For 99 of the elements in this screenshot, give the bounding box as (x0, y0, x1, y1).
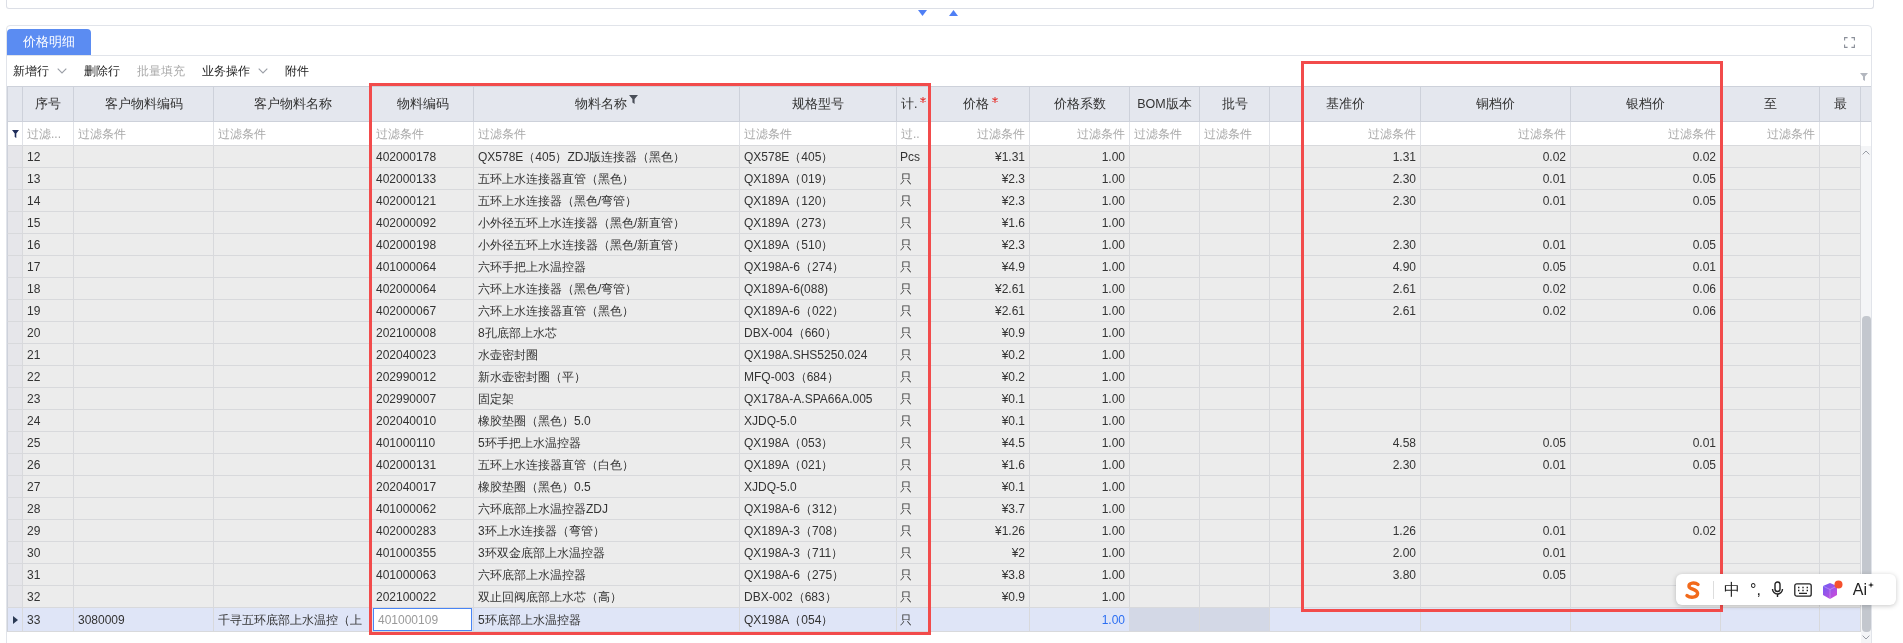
row-handle[interactable] (7, 432, 23, 454)
column-header[interactable]: 价格 (931, 86, 1030, 122)
column-header[interactable]: 最 (1820, 86, 1861, 122)
row-handle[interactable] (7, 542, 23, 564)
column-header[interactable]: 序号 (23, 86, 74, 122)
row-handle[interactable] (7, 388, 23, 410)
table-row[interactable]: 13 402000133 五环上水连接器直管（黑色） QX189A（019） 只 ¥2.3 1.00 2.30 0.01 0.05 (7, 168, 1861, 190)
row-handle[interactable] (7, 212, 23, 234)
column-header[interactable]: 铜档价 (1421, 86, 1571, 122)
table-row[interactable]: 21 202040023 水壶密封圈 QX198A.SHS5250.024 只 ¥0.2 1.00 (7, 344, 1861, 366)
row-handle[interactable] (7, 586, 23, 608)
table-row[interactable]: 12 402000178 QX578E（405）ZDJ版连接器（黑色） QX578E（405） Pcs ¥1.31 1.00 1.31 0.02 0.02 (7, 146, 1861, 168)
toolbar-button[interactable]: 业务操作 (202, 65, 268, 77)
caret-icon (57, 68, 67, 74)
column-header[interactable]: 价格系数 (1030, 86, 1130, 122)
triangle-down-icon[interactable] (918, 10, 927, 16)
table-row[interactable]: 33 3080009 千寻五环底部上水温控（上 401000109 5环底部上水温控器 QX198A（054） 只 1.00 (7, 608, 1861, 632)
filter-field[interactable]: 过滤条件 (376, 123, 469, 144)
keyboard-icon[interactable] (1793, 582, 1812, 597)
column-header[interactable]: BOM版本 (1130, 86, 1200, 122)
table-row[interactable]: 14 402000121 五环上水连接器（黑色/弯管） QX189A（120） 只 ¥2.3 1.00 2.30 0.01 0.05 (7, 190, 1861, 212)
table-row[interactable]: 28 401000062 六环底部上水温控器ZDJ QX198A-6（312） 只 ¥3.7 1.00 (7, 498, 1861, 520)
filter-field[interactable]: 过滤条件 (935, 123, 1025, 144)
filter-field[interactable]: 过滤条件 (1204, 123, 1265, 144)
row-handle[interactable] (7, 366, 23, 388)
table-row[interactable]: 17 401000064 六环手把上水温控器 QX198A-6（274） 只 ¥4.9 1.00 4.90 0.05 0.01 (7, 256, 1861, 278)
filter-field[interactable]: 过滤条件 (1575, 123, 1716, 144)
row-handle[interactable] (7, 454, 23, 476)
table-cell: 5环底部上水温控器 (474, 608, 740, 632)
row-handle[interactable] (7, 344, 23, 366)
column-header[interactable]: 批号 (1200, 86, 1270, 122)
row-pointer-icon (12, 616, 18, 625)
toolbar-button[interactable]: 新增行 (13, 65, 67, 77)
table-row[interactable]: 27 202040017 橡胶垫圈（黑色）0.5 XJDQ-5.0 只 ¥0.1 1.00 (7, 476, 1861, 498)
row-handle[interactable] (7, 498, 23, 520)
table-row[interactable]: 23 202990007 固定架 QX178A-A.SPA66A.005 只 ¥0.1 1.00 (7, 388, 1861, 410)
row-handle[interactable] (7, 410, 23, 432)
column-header[interactable]: 物料编码 (372, 86, 474, 122)
funnel-icon[interactable] (629, 95, 638, 104)
column-header[interactable]: 至 (1721, 86, 1820, 122)
row-handle[interactable] (7, 146, 23, 168)
table-row[interactable]: 19 402000067 六环上水连接器直管（黑色） QX189A-6（022） 只 ¥2.61 1.00 2.61 0.02 0.06 (7, 300, 1861, 322)
row-handle[interactable] (7, 168, 23, 190)
toolbar-button[interactable]: 附件 (285, 65, 309, 77)
row-handle[interactable] (7, 278, 23, 300)
column-header[interactable]: 计. (897, 86, 931, 122)
filter-field[interactable]: 过滤条件 (1425, 123, 1566, 144)
filter-field[interactable]: 过滤条件 (218, 123, 367, 144)
table-row[interactable]: 30 401000355 3环双金底部上水温控器 QX198A-3（711） 只 ¥2 1.00 2.00 0.01 (7, 542, 1861, 564)
filter-field[interactable]: 过滤条件 (78, 123, 209, 144)
filter-icon[interactable] (11, 130, 19, 139)
column-header[interactable]: 规格型号 (740, 86, 897, 122)
triangle-up-icon[interactable] (949, 10, 958, 16)
table-row[interactable]: 25 401000110 5环手把上水温控器 QX198A（053） 只 ¥4.5 1.00 4.58 0.05 0.01 (7, 432, 1861, 454)
column-header[interactable]: 客户物料名称 (214, 86, 372, 122)
filter-field[interactable]: 过.. (901, 123, 926, 144)
table-cell: 33 (23, 608, 74, 632)
column-header[interactable]: 物料名称 (474, 86, 740, 122)
table-row[interactable]: 29 402000283 3环上水连接器（弯管） QX189A-3（708） 只 ¥1.26 1.00 1.26 0.01 0.02 (7, 520, 1861, 542)
table-cell: 千寻五环底部上水温控（上 (214, 608, 372, 632)
table-row[interactable]: 16 402000198 小外径五环上水连接器（黑色/新直管） QX189A（510） 只 ¥2.3 1.00 2.30 0.01 0.05 (7, 234, 1861, 256)
row-handle[interactable] (7, 476, 23, 498)
row-handle[interactable] (7, 520, 23, 542)
table-row[interactable]: 24 202040010 橡胶垫圈（黑色）5.0 XJDQ-5.0 只 ¥0.1 1.00 (7, 410, 1861, 432)
arrow-down-icon[interactable] (1862, 635, 1870, 640)
row-handle[interactable] (7, 256, 23, 278)
filter-field[interactable]: 过滤条件 (1725, 123, 1815, 144)
filter-field[interactable]: 过滤条件 (744, 123, 892, 144)
row-handle[interactable] (7, 234, 23, 256)
column-header[interactable]: 客户物料编码 (74, 86, 214, 122)
fullscreen-icon[interactable] (1844, 36, 1855, 48)
table-row[interactable]: 18 402000064 六环上水连接器（黑色/弯管） QX189A-6(088) 只 ¥2.61 1.00 2.61 0.02 0.06 (7, 278, 1861, 300)
column-header[interactable]: 基准价 (1270, 86, 1421, 122)
filter-field[interactable]: 过滤... (27, 123, 69, 144)
row-handle[interactable] (7, 564, 23, 586)
filter-field[interactable]: 过滤条件 (1034, 123, 1125, 144)
cube-icon[interactable] (1821, 579, 1843, 600)
row-handle[interactable] (7, 300, 23, 322)
filter-field[interactable]: 过滤条件 (478, 123, 735, 144)
table-row[interactable]: 22 202990012 新水壶密封圈（平） MFQ-003（684） 只 ¥0.2 1.00 (7, 366, 1861, 388)
column-header[interactable]: 银档价 (1571, 86, 1721, 122)
table-cell: 3080009 (74, 608, 214, 632)
filter-field[interactable]: 过滤条件 (1134, 123, 1195, 144)
row-handle[interactable] (7, 322, 23, 344)
row-handle[interactable] (7, 608, 23, 632)
toolbar-button[interactable]: 删除行 (84, 65, 120, 77)
row-handle[interactable] (7, 190, 23, 212)
table-row[interactable]: 15 402000092 小外径五环上水连接器（黑色/新直管） QX189A（273） 只 ¥1.6 1.00 (7, 212, 1861, 234)
text-area-field[interactable] (6, 0, 1874, 9)
microphone-icon[interactable] (1770, 581, 1784, 598)
caret-icon (258, 68, 268, 74)
table-row[interactable]: 26 402000131 五环上水连接器直管（白色） QX189A（021） 只 ¥1.6 1.00 2.30 0.01 0.05 (7, 454, 1861, 476)
filter-field[interactable]: 过滤条件 (1274, 123, 1416, 144)
table-row[interactable]: 20 202100008 8孔底部上水芯 DBX-004（660） 只 ¥0.9 1.00 (7, 322, 1861, 344)
sparkle-icon (1868, 581, 1875, 588)
table-cell: QX198A（054） (740, 608, 897, 632)
arrow-up-icon[interactable] (1862, 150, 1870, 155)
table-cell: 只 (897, 608, 931, 632)
logo-icon[interactable] (1683, 579, 1703, 600)
